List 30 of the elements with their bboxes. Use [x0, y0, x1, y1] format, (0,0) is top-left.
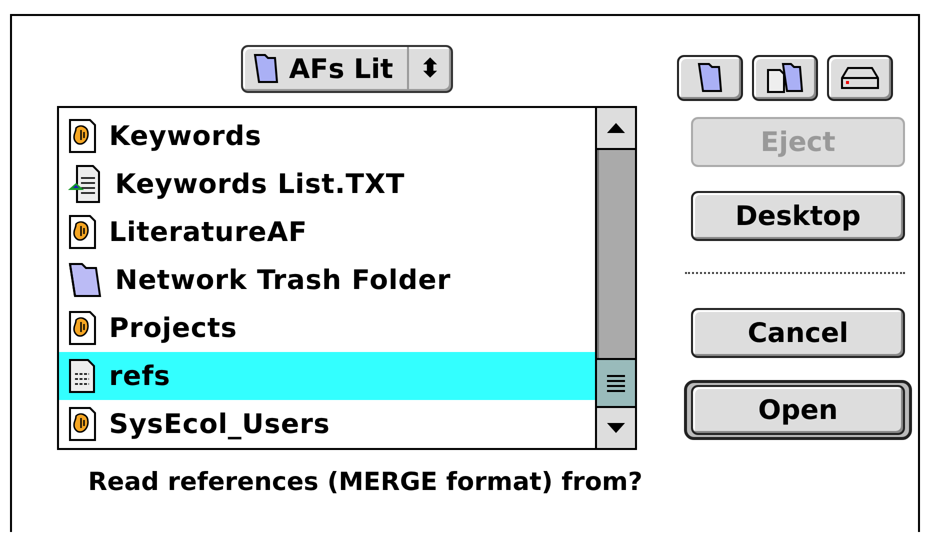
scroll-up-icon	[606, 122, 626, 134]
prompt-text: Read references (MERGE format) from?	[88, 467, 644, 496]
application-icon	[67, 406, 97, 442]
drive-icon	[840, 66, 880, 90]
folder-icon	[67, 260, 103, 300]
action-button[interactable]: Cancel	[691, 308, 905, 358]
toolbar-button[interactable]	[677, 55, 743, 101]
file-item[interactable]: Keywords	[59, 112, 595, 160]
scrollbar[interactable]	[595, 108, 635, 448]
document-folder-icon	[765, 62, 805, 94]
file-item[interactable]: Projects	[59, 304, 595, 352]
location-popup[interactable]: AFs Lit ⬍	[241, 45, 453, 93]
file-item[interactable]: Network Trash Folder	[59, 256, 595, 304]
scroll-thumb-icon	[605, 373, 627, 393]
file-item[interactable]: refs	[59, 352, 595, 400]
default-action-button[interactable]: Open	[691, 385, 905, 435]
file-item[interactable]: Keywords List.TXT	[59, 160, 595, 208]
file-item[interactable]: SysEcol_Users	[59, 400, 595, 448]
scroll-down-icon	[606, 422, 626, 434]
document-icon	[67, 358, 97, 394]
text-document-icon	[67, 164, 103, 204]
folder-icon	[697, 62, 723, 94]
file-item[interactable]: LiteratureAF	[59, 208, 595, 256]
toolbar-button[interactable]	[752, 55, 818, 101]
application-icon	[67, 310, 97, 346]
folder-icon	[253, 53, 279, 85]
application-icon	[67, 118, 97, 154]
action-button[interactable]: Desktop	[691, 191, 905, 241]
application-icon	[67, 214, 97, 250]
toolbar-button[interactable]	[827, 55, 893, 101]
